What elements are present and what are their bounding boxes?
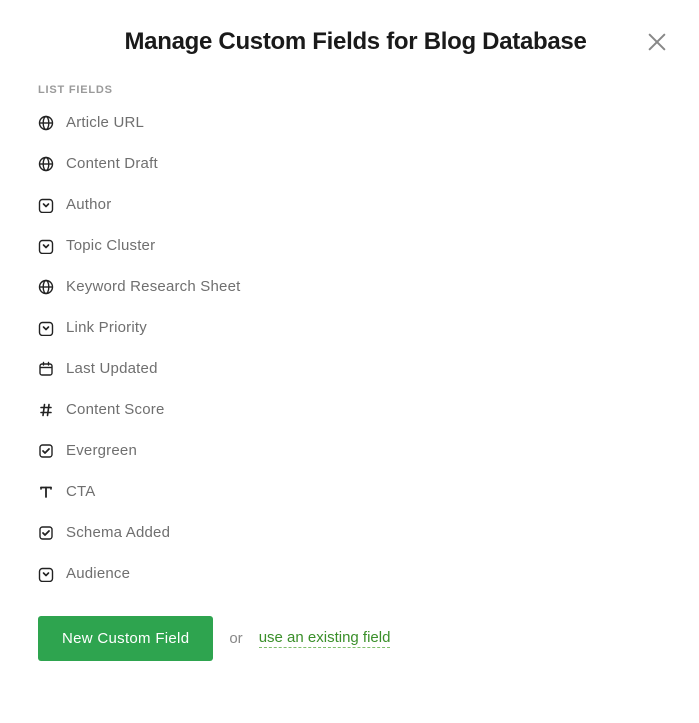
- new-custom-field-button[interactable]: New Custom Field: [38, 616, 213, 661]
- field-label: Keyword Research Sheet: [66, 278, 241, 295]
- dropdown-icon: [38, 320, 54, 336]
- field-row[interactable]: Evergreen: [38, 430, 661, 471]
- field-label: Article URL: [66, 114, 144, 131]
- field-label: CTA: [66, 483, 96, 500]
- date-icon: [38, 361, 54, 377]
- checkbox-icon: [38, 443, 54, 459]
- field-row[interactable]: Content Draft: [38, 143, 661, 184]
- field-row[interactable]: Article URL: [38, 102, 661, 143]
- fields-list: Article URL Content Draft Author Topic Clus…: [0, 102, 699, 594]
- number-icon: [38, 402, 54, 418]
- checkbox-icon: [38, 525, 54, 541]
- field-label: Link Priority: [66, 319, 147, 336]
- globe-icon: [38, 279, 54, 295]
- text-icon: [38, 484, 54, 500]
- field-label: Schema Added: [66, 524, 170, 541]
- field-row[interactable]: CTA: [38, 471, 661, 512]
- close-button[interactable]: [643, 28, 671, 56]
- field-label: Author: [66, 196, 111, 213]
- field-label: Content Draft: [66, 155, 158, 172]
- field-label: Evergreen: [66, 442, 137, 459]
- field-row[interactable]: Schema Added: [38, 512, 661, 553]
- globe-icon: [38, 115, 54, 131]
- or-text: or: [229, 630, 242, 647]
- dropdown-icon: [38, 197, 54, 213]
- field-row[interactable]: Link Priority: [38, 307, 661, 348]
- dropdown-icon: [38, 238, 54, 254]
- page-title: Manage Custom Fields for Blog Database: [68, 28, 643, 56]
- field-row[interactable]: Topic Cluster: [38, 225, 661, 266]
- use-existing-field-link[interactable]: use an existing field: [259, 629, 391, 648]
- dropdown-icon: [38, 566, 54, 582]
- field-row[interactable]: Content Score: [38, 389, 661, 430]
- field-label: Content Score: [66, 401, 165, 418]
- field-row[interactable]: Last Updated: [38, 348, 661, 389]
- globe-icon: [38, 156, 54, 172]
- field-row[interactable]: Audience: [38, 553, 661, 594]
- field-label: Topic Cluster: [66, 237, 155, 254]
- field-row[interactable]: Author: [38, 184, 661, 225]
- field-label: Audience: [66, 565, 130, 582]
- close-icon: [646, 31, 668, 53]
- section-label: LIST FIELDS: [0, 56, 699, 102]
- field-label: Last Updated: [66, 360, 158, 377]
- field-row[interactable]: Keyword Research Sheet: [38, 266, 661, 307]
